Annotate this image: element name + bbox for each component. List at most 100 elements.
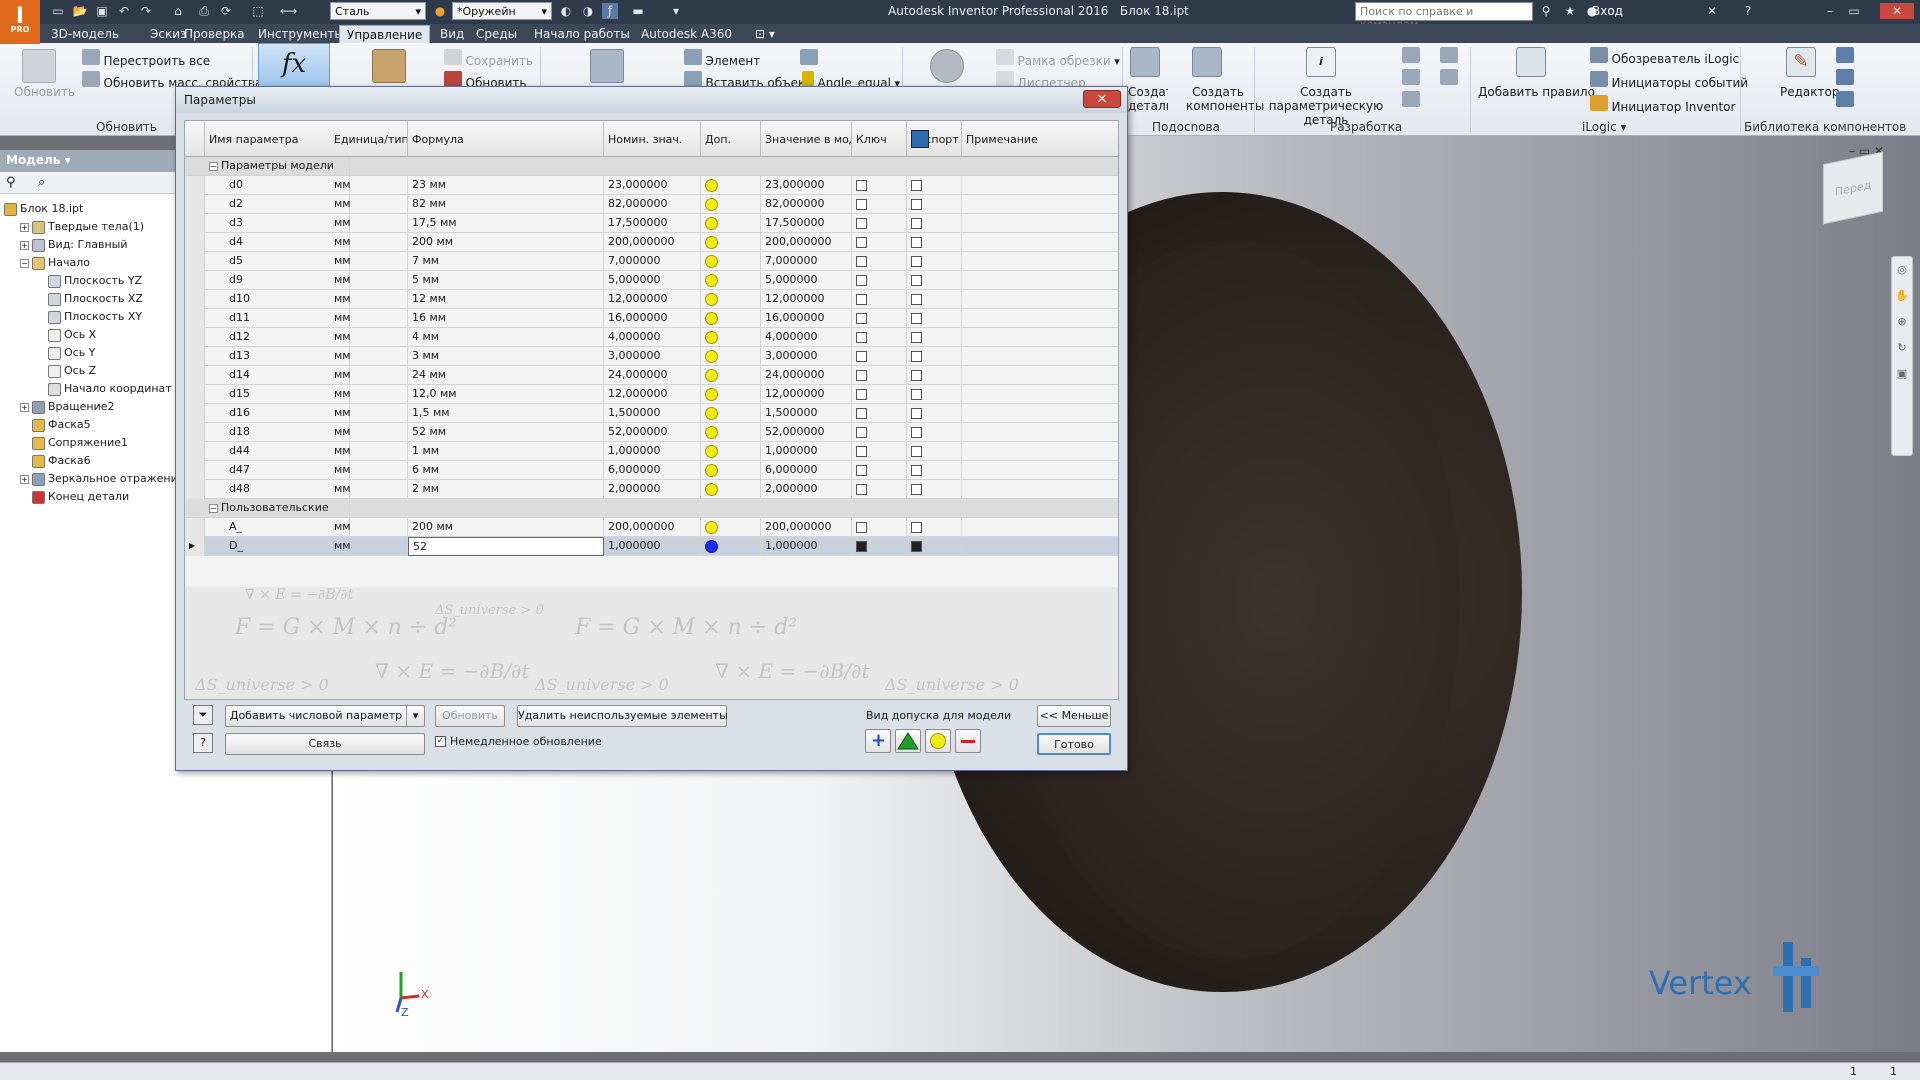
orbit-icon[interactable]: ↻ bbox=[1892, 335, 1912, 361]
formula-cell[interactable]: 12 мм bbox=[408, 290, 604, 309]
unit-cell[interactable]: мм bbox=[330, 480, 408, 499]
comment-cell[interactable] bbox=[962, 461, 1118, 480]
formula-cell[interactable]: 4 мм bbox=[408, 328, 604, 347]
key-checkbox[interactable] bbox=[856, 427, 867, 438]
comment-cell[interactable] bbox=[962, 518, 1118, 537]
export-checkbox[interactable] bbox=[911, 370, 922, 381]
ilogic-component-icon[interactable] bbox=[372, 49, 406, 83]
comment-cell[interactable] bbox=[962, 176, 1118, 195]
key-checkbox[interactable] bbox=[856, 218, 867, 229]
key-checkbox[interactable] bbox=[856, 484, 867, 495]
parameter-row[interactable]: d4 мм 200 мм 200,000000 200,000000 bbox=[185, 233, 1118, 252]
unit-cell[interactable]: мм bbox=[330, 461, 408, 480]
col-model-value[interactable]: Значение в модели bbox=[761, 121, 852, 157]
menu-tab[interactable]: Autodesk A360 bbox=[634, 25, 739, 43]
unit-cell[interactable]: мм bbox=[330, 366, 408, 385]
formula-cell[interactable]: 5 мм bbox=[408, 271, 604, 290]
tolerance-cell[interactable] bbox=[701, 271, 761, 290]
export-checkbox[interactable] bbox=[911, 256, 922, 267]
tolerance-cell[interactable] bbox=[701, 537, 761, 556]
row-selector[interactable] bbox=[185, 309, 205, 328]
comment-cell[interactable] bbox=[962, 309, 1118, 328]
formula-cell[interactable]: 6 мм bbox=[408, 461, 604, 480]
zoom-icon[interactable]: ⊕ bbox=[1892, 309, 1912, 335]
tolerance-cell[interactable] bbox=[701, 423, 761, 442]
tool-icon-c[interactable] bbox=[1402, 91, 1420, 110]
close-icon[interactable]: ✕ bbox=[1880, 3, 1914, 19]
tool-icon-b[interactable] bbox=[1402, 69, 1420, 88]
editor-button[interactable]: Редактор bbox=[1780, 85, 1839, 99]
dialog-close-button[interactable]: ✕ bbox=[1083, 90, 1121, 108]
comment-cell[interactable] bbox=[962, 195, 1118, 214]
export-checkbox[interactable] bbox=[911, 218, 922, 229]
row-selector[interactable] bbox=[185, 518, 205, 537]
immediate-update-checkbox[interactable]: ✓ bbox=[435, 736, 446, 747]
formula-cell[interactable]: 52 bbox=[408, 537, 604, 556]
look-at-icon[interactable]: ▣ bbox=[1892, 361, 1912, 387]
comment-cell[interactable] bbox=[962, 537, 1118, 556]
unit-cell[interactable]: мм bbox=[330, 290, 408, 309]
key-checkbox[interactable] bbox=[856, 313, 867, 324]
update-big-icon[interactable] bbox=[22, 49, 56, 83]
export-checkbox[interactable] bbox=[911, 446, 922, 457]
formula-cell[interactable]: 2 мм bbox=[408, 480, 604, 499]
unit-cell[interactable]: мм bbox=[330, 233, 408, 252]
done-button[interactable]: Готово bbox=[1037, 733, 1111, 755]
row-selector[interactable] bbox=[185, 423, 205, 442]
export-checkbox[interactable] bbox=[911, 408, 922, 419]
filter-icon[interactable]: ⚲ bbox=[6, 175, 16, 190]
row-selector[interactable] bbox=[185, 347, 205, 366]
parameter-row[interactable]: d18 мм 52 мм 52,000000 52,000000 bbox=[185, 423, 1118, 442]
col-tolerance[interactable]: Доп. bbox=[701, 121, 761, 157]
comment-cell[interactable] bbox=[962, 480, 1118, 499]
binoculars-icon[interactable]: ⚲ bbox=[1538, 3, 1554, 19]
tolerance-cell[interactable] bbox=[701, 385, 761, 404]
adjust-icon[interactable]: ◑ bbox=[580, 3, 596, 19]
comment-cell[interactable] bbox=[962, 271, 1118, 290]
less-button[interactable]: << Меньше bbox=[1037, 705, 1111, 727]
group-row[interactable]: − Пользовательские bbox=[185, 499, 1118, 518]
help-icon[interactable]: ? bbox=[1740, 3, 1756, 19]
formula-cell[interactable]: 1 мм bbox=[408, 442, 604, 461]
tolerance-cell[interactable] bbox=[701, 309, 761, 328]
row-selector[interactable] bbox=[185, 385, 205, 404]
dropdown-arrow-icon[interactable]: ▾ bbox=[406, 706, 424, 726]
comment-cell[interactable] bbox=[962, 347, 1118, 366]
clear-appearance-icon[interactable]: ◐ bbox=[558, 3, 574, 19]
key-checkbox[interactable] bbox=[856, 332, 867, 343]
parameter-row[interactable]: d15 мм 12,0 мм 12,000000 12,000000 bbox=[185, 385, 1118, 404]
unit-cell[interactable]: мм bbox=[330, 423, 408, 442]
key-checkbox[interactable] bbox=[856, 199, 867, 210]
export-checkbox[interactable] bbox=[911, 484, 922, 495]
material-dropdown[interactable]: Сталь ▾ bbox=[330, 2, 426, 20]
unit-cell[interactable]: мм bbox=[330, 328, 408, 347]
unit-cell[interactable]: мм bbox=[330, 442, 408, 461]
unit-cell[interactable]: мм bbox=[330, 518, 408, 537]
tolerance-cell[interactable] bbox=[701, 328, 761, 347]
formula-cell[interactable]: 12,0 мм bbox=[408, 385, 604, 404]
rebuild-all-button[interactable]: Перестроить все bbox=[82, 49, 210, 68]
formula-cell[interactable]: 24 мм bbox=[408, 366, 604, 385]
parameter-row[interactable]: A_ мм 200 мм 200,000000 200,000000 bbox=[185, 518, 1118, 537]
lower-tolerance-button[interactable] bbox=[955, 729, 981, 753]
menu-tab[interactable]: Вид bbox=[433, 25, 471, 43]
parameter-row[interactable]: d5 мм 7 мм 7,000000 7,000000 bbox=[185, 252, 1118, 271]
tolerance-cell[interactable] bbox=[701, 461, 761, 480]
group-row[interactable]: − Параметры модели bbox=[185, 157, 1118, 176]
row-selector[interactable] bbox=[185, 328, 205, 347]
star-icon[interactable]: ★ bbox=[1562, 3, 1578, 19]
key-checkbox[interactable] bbox=[856, 370, 867, 381]
col-comment[interactable]: Примечание bbox=[962, 121, 1118, 157]
comment-cell[interactable] bbox=[962, 328, 1118, 347]
expand-toggle-icon[interactable]: + bbox=[20, 402, 29, 412]
update-icon[interactable]: ⟳ bbox=[218, 3, 234, 19]
help-search-input[interactable]: Поиск по справке и командам... bbox=[1355, 2, 1533, 31]
menu-tab[interactable]: Проверка bbox=[177, 25, 252, 43]
tolerance-cell[interactable] bbox=[701, 518, 761, 537]
export-checkbox[interactable] bbox=[911, 465, 922, 476]
key-checkbox[interactable] bbox=[856, 408, 867, 419]
row-selector[interactable] bbox=[185, 271, 205, 290]
tolerance-cell[interactable] bbox=[701, 233, 761, 252]
editor-icon[interactable]: ✎ bbox=[1786, 47, 1816, 77]
tab-options-icon[interactable]: ⊡ ▾ bbox=[748, 25, 782, 43]
